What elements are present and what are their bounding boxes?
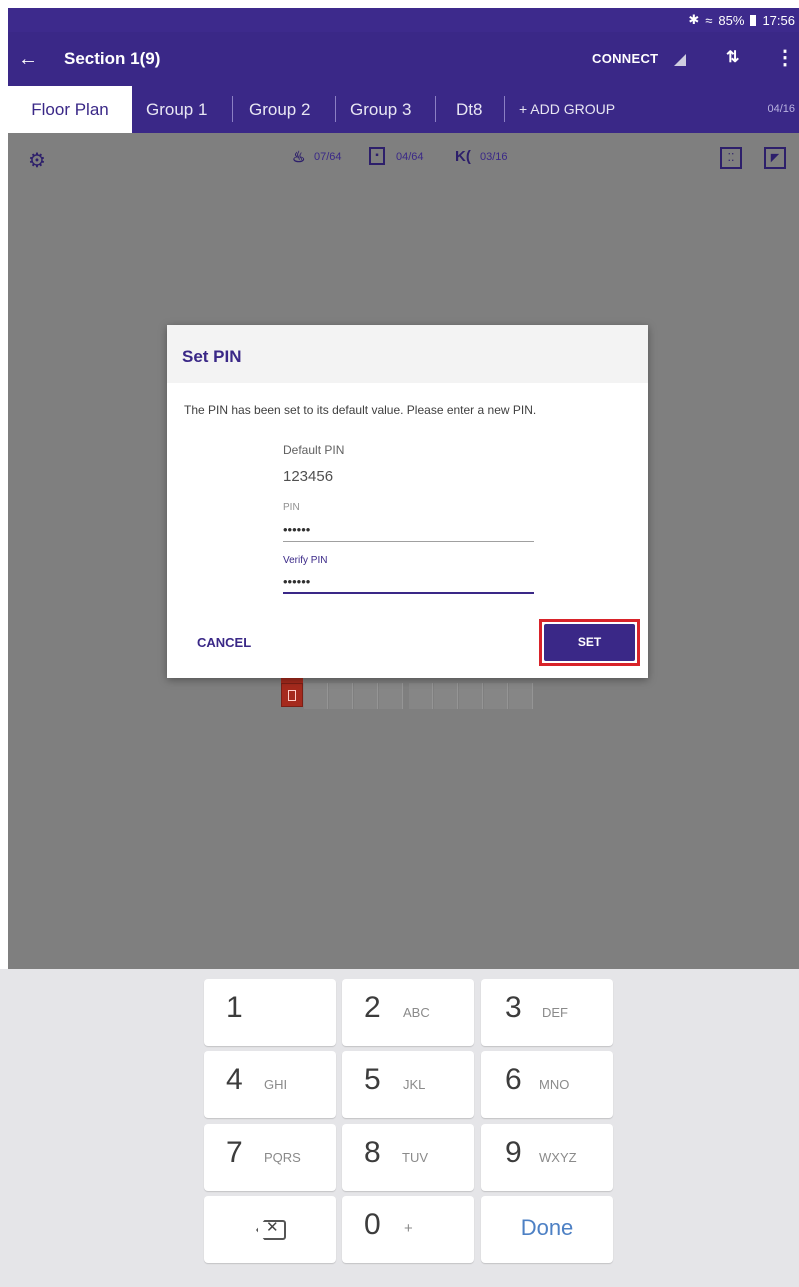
key-letters: DEF bbox=[542, 1005, 568, 1020]
battery-icon bbox=[750, 14, 757, 26]
sensor-icon: K( bbox=[455, 148, 471, 165]
key-2[interactable]: 2 ABC bbox=[342, 979, 474, 1046]
set-button[interactable]: SET bbox=[544, 624, 635, 661]
key-digit: 4 bbox=[226, 1063, 243, 1096]
tab-divider bbox=[504, 96, 505, 122]
default-pin-label: Default PIN bbox=[283, 443, 345, 457]
key-digit: 5 bbox=[364, 1063, 381, 1096]
default-pin-value: 123456 bbox=[283, 468, 334, 485]
switch-device-icon bbox=[288, 690, 296, 701]
key-4[interactable]: 4 GHI bbox=[204, 1051, 336, 1118]
tab-bar: Floor Plan Group 1 Group 2 Group 3 Dt8 +… bbox=[8, 86, 799, 133]
pin-label: PIN bbox=[283, 502, 300, 513]
more-options-icon[interactable]: ⋮ bbox=[775, 45, 795, 70]
key-letters: JKL bbox=[403, 1077, 426, 1092]
done-label: Done bbox=[520, 1215, 574, 1240]
key-letters: TUV bbox=[402, 1150, 428, 1165]
bluetooth-icon: ✱ bbox=[688, 12, 700, 27]
verify-pin-label: Verify PIN bbox=[283, 555, 328, 566]
key-letters: WXYZ bbox=[539, 1150, 577, 1165]
clock: 17:56 bbox=[762, 12, 795, 28]
done-key[interactable]: Done bbox=[481, 1196, 613, 1263]
connect-button[interactable]: CONNECT bbox=[592, 51, 658, 66]
floor-cell bbox=[459, 683, 483, 709]
key-digit: 2 bbox=[364, 991, 381, 1024]
floor-cell bbox=[509, 683, 533, 709]
tab-group-3[interactable]: Group 3 bbox=[350, 86, 411, 133]
floor-cell bbox=[434, 683, 458, 709]
tab-divider bbox=[435, 96, 436, 122]
verify-pin-field[interactable] bbox=[283, 570, 534, 594]
page-title: Section 1(9) bbox=[64, 49, 161, 68]
key-5[interactable]: 5 JKL bbox=[342, 1051, 474, 1118]
cancel-button[interactable]: CANCEL bbox=[197, 635, 251, 650]
floor-cell bbox=[354, 683, 378, 709]
floor-cell bbox=[329, 683, 353, 709]
key-digit: 8 bbox=[364, 1136, 381, 1169]
pin-field[interactable] bbox=[283, 518, 534, 542]
status-bar: ✱ ≈ 85% 17:56 bbox=[8, 8, 799, 32]
key-3[interactable]: 3 DEF bbox=[481, 979, 613, 1046]
set-pin-dialog: Set PIN The PIN has been set to its defa… bbox=[167, 325, 648, 678]
edit-icon[interactable]: ◤ bbox=[764, 147, 786, 169]
tab-floor-plan[interactable]: Floor Plan bbox=[8, 86, 132, 133]
key-letters: ABC bbox=[403, 1005, 430, 1020]
key-digit: 3 bbox=[505, 991, 522, 1024]
numeric-keyboard: 1 2 ABC 3 DEF 4 GHI 5 JKL 6 MNO 7 PQRS 8… bbox=[0, 969, 799, 1287]
fit-screen-icon[interactable]: ⁚⁚ bbox=[720, 147, 742, 169]
dialog-message: The PIN has been set to its default valu… bbox=[184, 403, 537, 417]
key-digit: 6 bbox=[505, 1063, 522, 1096]
key-9[interactable]: 9 WXYZ bbox=[481, 1124, 613, 1191]
key-letters: + bbox=[404, 1220, 413, 1237]
floor-cell bbox=[484, 683, 508, 709]
add-group-button[interactable]: + ADD GROUP bbox=[519, 86, 615, 133]
luminaire-icon: ♨ bbox=[292, 149, 306, 166]
device-marker[interactable] bbox=[281, 683, 303, 707]
key-1[interactable]: 1 bbox=[204, 979, 336, 1046]
status-icons: ✱ ≈ 85% 17:56 bbox=[688, 12, 795, 28]
dialog-title: Set PIN bbox=[182, 347, 242, 366]
key-letters: PQRS bbox=[264, 1150, 301, 1165]
key-8[interactable]: 8 TUV bbox=[342, 1124, 474, 1191]
switch-icon: ▪ bbox=[369, 147, 385, 165]
backspace-key[interactable]: ✕ bbox=[204, 1196, 336, 1263]
tab-group-2[interactable]: Group 2 bbox=[249, 86, 310, 133]
key-0[interactable]: 0 + bbox=[342, 1196, 474, 1263]
key-letters: GHI bbox=[264, 1077, 288, 1092]
key-digit: 9 bbox=[505, 1136, 522, 1169]
key-digit: 0 bbox=[364, 1208, 381, 1241]
key-letters: MNO bbox=[539, 1077, 570, 1092]
floor-cell bbox=[304, 683, 328, 709]
app-bar: ← Section 1(9) CONNECT ⇅ ⋮ bbox=[8, 32, 799, 86]
tab-divider bbox=[335, 96, 336, 122]
key-digit: 1 bbox=[226, 991, 243, 1024]
floor-plan-toolbar: ⚙ ♨ 07/64 ▪ 04/64 K( 03/16 ⁚⁚ ◤ bbox=[8, 133, 799, 189]
back-arrow-icon[interactable]: ← bbox=[14, 45, 42, 73]
settings-gear-icon[interactable]: ⚙ bbox=[28, 148, 46, 173]
floor-cell bbox=[409, 683, 433, 709]
switch-count: 04/64 bbox=[396, 151, 424, 163]
tab-divider bbox=[232, 96, 233, 122]
luminaire-count: 07/64 bbox=[314, 151, 342, 163]
floor-cell bbox=[379, 683, 403, 709]
backspace-x-icon: ✕ bbox=[266, 1219, 279, 1236]
key-7[interactable]: 7 PQRS bbox=[204, 1124, 336, 1191]
sensor-count: 03/16 bbox=[480, 151, 508, 163]
wifi-icon: ≈ bbox=[705, 12, 713, 28]
tab-dt8[interactable]: Dt8 bbox=[456, 86, 482, 133]
key-6[interactable]: 6 MNO bbox=[481, 1051, 613, 1118]
tab-group-1[interactable]: Group 1 bbox=[146, 86, 207, 133]
key-digit: 7 bbox=[226, 1136, 243, 1169]
group-count: 04/16 bbox=[767, 103, 795, 115]
signal-icon bbox=[674, 54, 686, 66]
sort-icon[interactable]: ⇅ bbox=[726, 47, 739, 67]
battery-level: 85% bbox=[718, 12, 745, 28]
